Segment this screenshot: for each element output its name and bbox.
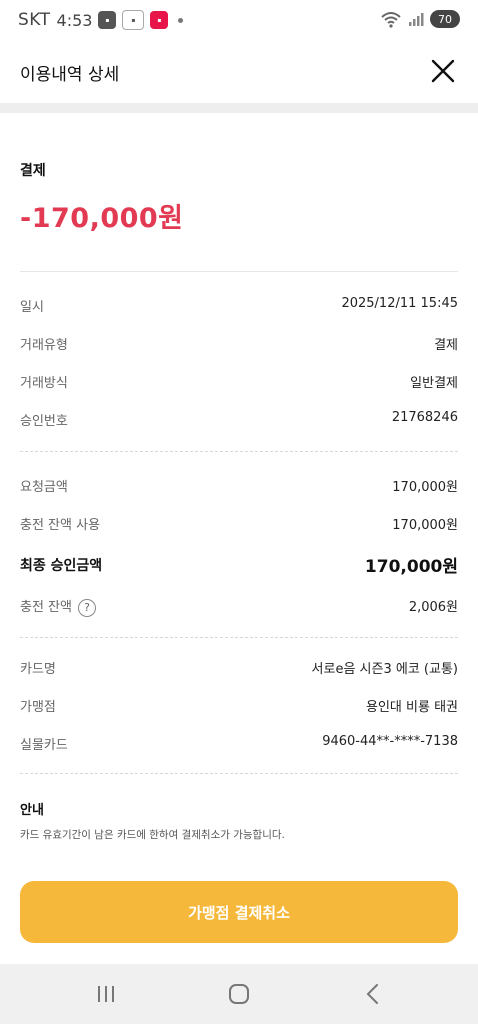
close-button[interactable] <box>428 56 458 86</box>
section-divider <box>0 103 478 113</box>
detail-label: 승인번호 <box>20 414 68 429</box>
header: 이용내역 상세 <box>0 44 478 100</box>
toss-notification-icon: ▪ <box>98 11 117 29</box>
dashed-divider <box>20 451 458 452</box>
battery-icon: 70 <box>430 10 460 28</box>
detail-value: 170,000원 <box>392 480 458 495</box>
detail-value: 2,006원 <box>408 600 458 615</box>
detail-label: 충전 잔액 사용 <box>20 518 101 533</box>
back-icon <box>366 984 378 1004</box>
detail-label: 최종 승인금액 <box>20 558 103 574</box>
cashfeed-notification-icon: ▪ <box>122 10 145 30</box>
recent-apps-icon <box>98 986 114 1002</box>
close-icon <box>431 59 455 83</box>
detail-row-charge-used: 충전 잔액 사용 170,000원 <box>20 512 458 536</box>
status-left: SKT 4:53 ▪ ▪ ▪ <box>18 10 184 30</box>
detail-row-merchant: 가맹점 용인대 비룡 태권 <box>20 694 458 718</box>
more-notifications-icon <box>178 17 184 23</box>
recent-apps-button[interactable] <box>91 980 121 1008</box>
clock: 4:53 <box>56 10 93 30</box>
payment-amount: -170,000원 <box>20 203 184 234</box>
notice-text: 카드 유효기간이 남은 카드에 한하여 결제취소가 가능합니다. <box>20 829 285 841</box>
detail-row-request-amount: 요청금액 170,000원 <box>20 474 458 498</box>
transaction-type-heading: 결제 <box>20 163 46 179</box>
status-bar: SKT 4:53 ▪ ▪ ▪ 70 <box>0 0 478 42</box>
detail-value: 21768246 <box>391 410 458 425</box>
detail-label: 요청금액 <box>20 480 68 495</box>
detail-row-approval-number: 승인번호 21768246 <box>20 408 458 432</box>
divider <box>20 271 458 272</box>
back-button[interactable] <box>358 980 388 1008</box>
detail-row-charge-balance: 충전 잔액? 2,006원 <box>20 594 458 618</box>
detail-row-datetime: 일시 2025/12/11 15:45 <box>20 294 458 318</box>
help-icon[interactable]: ? <box>77 598 96 617</box>
detail-value: 9460-44**-****-7138 <box>322 734 458 749</box>
detail-value: 용인대 비룡 태권 <box>366 700 458 715</box>
notice-title: 안내 <box>20 803 44 818</box>
dashed-divider <box>20 637 458 638</box>
detail-value: 일반결제 <box>410 376 458 391</box>
final-amount-value: 170,000원 <box>364 557 458 577</box>
detail-row-physical-card: 실물카드 9460-44**-****-7138 <box>20 732 458 756</box>
detail-value: 170,000원 <box>392 518 458 533</box>
home-button[interactable] <box>224 980 254 1008</box>
detail-value: 서로e음 시즌3 에코 (교통) <box>311 662 458 677</box>
detail-row-card-name: 카드명 서로e음 시즌3 에코 (교통) <box>20 656 458 680</box>
detail-row-transaction-method: 거래방식 일반결제 <box>20 370 458 394</box>
detail-label: 일시 <box>20 300 44 315</box>
detail-label: 카드명 <box>20 662 56 677</box>
detail-row-final-amount: 최종 승인금액 170,000원 <box>20 553 458 577</box>
home-icon <box>229 984 249 1004</box>
carrier-label: SKT <box>18 10 51 30</box>
detail-label: 충전 잔액 <box>20 600 72 615</box>
detail-value: 결제 <box>434 338 458 353</box>
detail-value: 2025/12/11 15:45 <box>341 296 458 311</box>
system-nav-bar <box>0 964 478 1024</box>
detail-row-transaction-type: 거래유형 결제 <box>20 332 458 356</box>
detail-label: 거래유형 <box>20 338 68 353</box>
detail-label: 실물카드 <box>20 738 68 753</box>
merchant-cancel-button[interactable]: 가맹점 결제취소 <box>20 881 458 943</box>
signal-icon <box>409 13 424 26</box>
detail-label: 가맹점 <box>20 700 56 715</box>
detail-label-with-help: 충전 잔액? <box>20 596 96 617</box>
coupang-notification-icon: ▪ <box>150 11 169 29</box>
status-right: 70 <box>380 10 460 28</box>
detail-label: 거래방식 <box>20 376 68 391</box>
dashed-divider <box>20 773 458 774</box>
wifi-icon <box>381 12 401 28</box>
page-title: 이용내역 상세 <box>20 65 120 85</box>
